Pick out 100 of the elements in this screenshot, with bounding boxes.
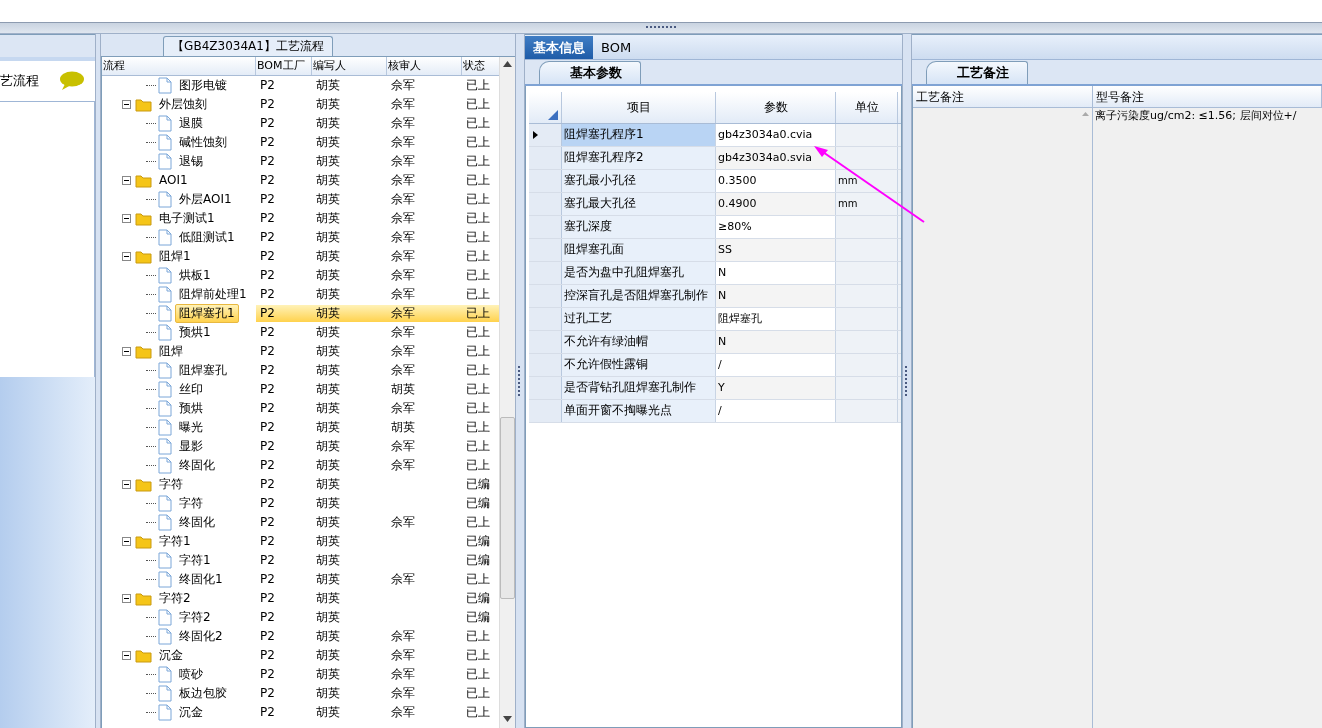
- collapse-icon[interactable]: [122, 252, 131, 261]
- table-cell-text: 佘军: [390, 191, 416, 208]
- tree-node-label[interactable]: 显影: [175, 437, 207, 456]
- table-cell-text: 胡英: [315, 609, 341, 626]
- tree-node-label[interactable]: 字符1: [155, 532, 195, 551]
- table-cell: 已上: [462, 305, 501, 322]
- table-cell-text: 胡英: [315, 514, 341, 531]
- tree-node-label[interactable]: 阻焊塞孔1: [175, 304, 239, 323]
- collapse-icon[interactable]: [122, 651, 131, 660]
- table-cell-text: 已上: [465, 77, 491, 94]
- collapse-icon[interactable]: [122, 214, 131, 223]
- table-cell: 不允许假性露铜: [562, 354, 716, 376]
- collapse-icon[interactable]: [122, 176, 131, 185]
- table-cell-text: 胡英: [315, 115, 341, 132]
- tree-node-label[interactable]: 电子测试1: [155, 209, 219, 228]
- tree-node-label[interactable]: 沉金: [175, 703, 207, 722]
- tree-node-label[interactable]: 阻焊前处理1: [175, 285, 251, 304]
- scroll-up-icon[interactable]: [503, 61, 512, 67]
- splitter[interactable]: [902, 34, 912, 728]
- collapse-icon[interactable]: [122, 100, 131, 109]
- table-cell[interactable]: 阻焊塞孔: [716, 308, 836, 330]
- table-cell-text: 已上: [465, 400, 491, 417]
- tree-node-label[interactable]: 字符: [175, 494, 207, 513]
- sub-tab[interactable]: 基本参数: [539, 61, 641, 84]
- table-cell-text: P2: [259, 229, 276, 246]
- tree-node-label[interactable]: 丝印: [175, 380, 207, 399]
- table-cell-text: 佘军: [390, 229, 416, 246]
- tab[interactable]: 基本信息: [525, 36, 593, 59]
- table-cell-text: 已上: [465, 210, 491, 227]
- tree-node-label[interactable]: 阻焊: [155, 342, 187, 361]
- tree-node-label[interactable]: 字符2: [155, 589, 195, 608]
- table-cell: [836, 354, 898, 376]
- table-cell-text: 已上: [465, 381, 491, 398]
- table-cell[interactable]: gb4z3034a0.cvia: [716, 124, 836, 146]
- table-cell-text: 胡英: [315, 438, 341, 455]
- table-cell: 塞孔深度: [562, 216, 716, 238]
- collapse-icon[interactable]: [122, 480, 131, 489]
- tree-node-label[interactable]: 板边包胶: [175, 684, 231, 703]
- table-cell[interactable]: /: [716, 354, 836, 376]
- table-cell[interactable]: /: [716, 400, 836, 422]
- column-header: 参数: [716, 92, 836, 123]
- tree-node-label[interactable]: 终固化1: [175, 570, 227, 589]
- table-cell-text: 佘军: [390, 647, 416, 664]
- tree-node-label[interactable]: 字符: [155, 475, 187, 494]
- collapse-icon[interactable]: [122, 594, 131, 603]
- tree-node-label[interactable]: 喷砂: [175, 665, 207, 684]
- table-cell[interactable]: SS: [716, 239, 836, 261]
- table-cell-text: 佘军: [390, 571, 416, 588]
- document-icon: [158, 153, 172, 170]
- table-cell-text: P2: [259, 609, 276, 626]
- row-header[interactable]: [529, 124, 562, 146]
- tree-node-label[interactable]: 字符1: [175, 551, 215, 570]
- table-cell-text: 胡英: [315, 210, 341, 227]
- tree-node-label[interactable]: 沉金: [155, 646, 187, 665]
- scroll-down-icon[interactable]: [503, 716, 512, 722]
- table-cell[interactable]: gb4z3034a0.svia: [716, 147, 836, 169]
- tree-node-label[interactable]: 低阻测试1: [175, 228, 239, 247]
- table-cell[interactable]: 0.4900: [716, 193, 836, 215]
- table-cell-text: 胡英: [315, 191, 341, 208]
- tree-node-label[interactable]: 退锡: [175, 152, 207, 171]
- tree-node-label[interactable]: 外层蚀刻: [155, 95, 211, 114]
- tree-node-label[interactable]: 曝光: [175, 418, 207, 437]
- document-icon: [158, 362, 172, 379]
- tree-node-label[interactable]: 退膜: [175, 114, 207, 133]
- tree-node-label[interactable]: 终固化2: [175, 627, 227, 646]
- tree-node-label[interactable]: 碱性蚀刻: [175, 133, 231, 152]
- tree-node-label[interactable]: 外层AOI1: [175, 190, 236, 209]
- table-cell[interactable]: ≥80%: [716, 216, 836, 238]
- table-cell-text: 已编: [465, 495, 491, 512]
- table-cell-text: 已上: [465, 191, 491, 208]
- collapse-icon[interactable]: [122, 347, 131, 356]
- table-cell-text: 佘军: [390, 685, 416, 702]
- column-header: 编写人: [312, 57, 387, 75]
- tree-node-label[interactable]: 图形电镀: [175, 76, 231, 95]
- tree-node-label[interactable]: 终固化: [175, 513, 219, 532]
- sub-tab[interactable]: 工艺备注: [926, 61, 1028, 84]
- table-cell[interactable]: N: [716, 331, 836, 353]
- tree-node-label[interactable]: 阻焊塞孔: [175, 361, 231, 380]
- collapse-icon[interactable]: [122, 537, 131, 546]
- tab[interactable]: BOM: [593, 36, 640, 59]
- table-cell-text: P2: [259, 457, 276, 474]
- tree-node-label[interactable]: 终固化: [175, 456, 219, 475]
- scroll-thumb[interactable]: [500, 417, 515, 599]
- table-cell: 是否为盘中孔阻焊塞孔: [562, 262, 716, 284]
- tree-node-label[interactable]: 烘板1: [175, 266, 215, 285]
- table-cell[interactable]: 0.3500: [716, 170, 836, 192]
- table-cell-text: 佘军: [390, 343, 416, 360]
- tree-node-label[interactable]: 预烘1: [175, 323, 215, 342]
- tree-node-label[interactable]: 字符2: [175, 608, 215, 627]
- table-cell-text: 已上: [465, 286, 491, 303]
- table-cell: 佘军: [387, 305, 462, 322]
- tree-node-label[interactable]: AOI1: [155, 171, 192, 190]
- table-cell[interactable]: N: [716, 262, 836, 284]
- table-cell[interactable]: Y: [716, 377, 836, 399]
- tree-node-label[interactable]: 预烘: [175, 399, 207, 418]
- tree-node-label[interactable]: 阻焊1: [155, 247, 195, 266]
- table-cell-text: 已上: [465, 666, 491, 683]
- document-icon: [158, 134, 172, 151]
- scroll-bar[interactable]: [499, 57, 515, 728]
- table-cell[interactable]: N: [716, 285, 836, 307]
